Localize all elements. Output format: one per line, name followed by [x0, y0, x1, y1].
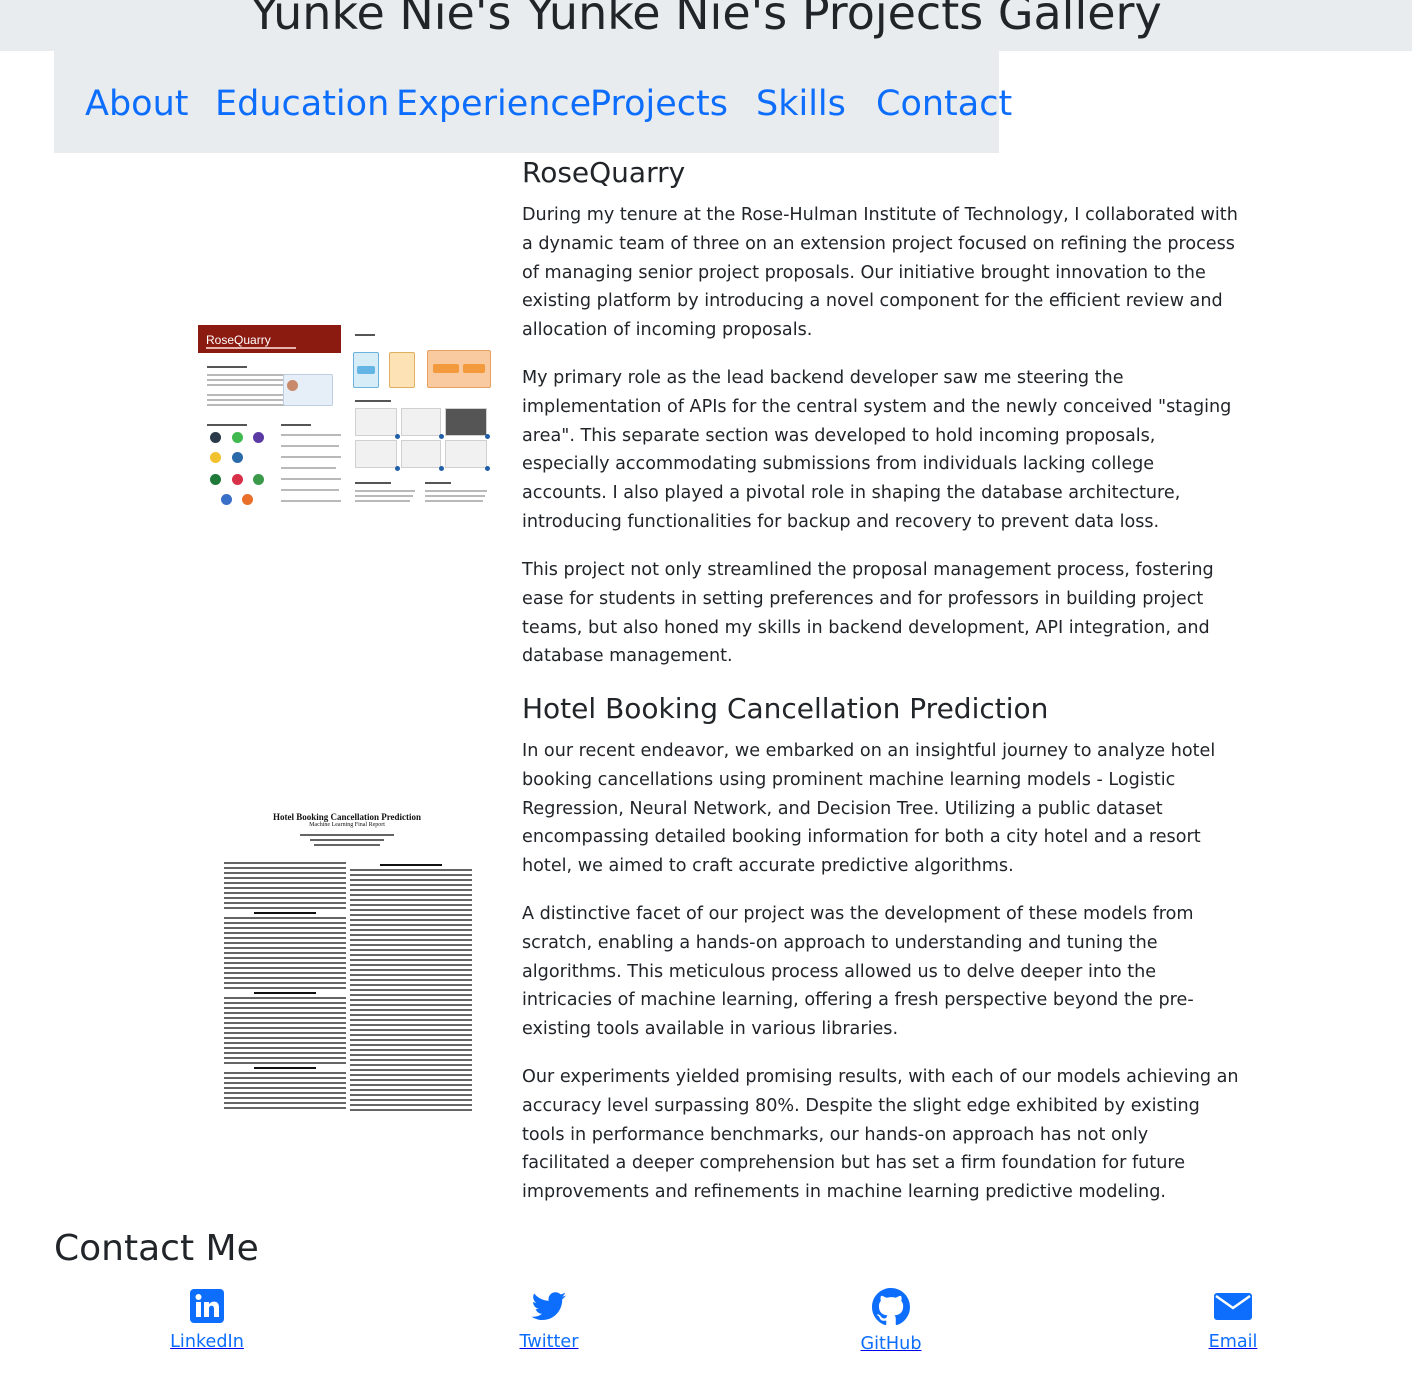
email-link[interactable]: Email: [1153, 1288, 1313, 1352]
github-link[interactable]: GitHub: [811, 1288, 971, 1354]
twitter-icon: [531, 1292, 566, 1320]
nav-link-experience[interactable]: Experience: [396, 81, 591, 127]
linkedin-link[interactable]: LinkedIn: [127, 1288, 287, 1352]
project-poster-image: RoseQuarry: [197, 322, 497, 520]
page-title: Yunke Nie's Yunke Nie's Projects Gallery: [250, 0, 1162, 40]
project-paper-image: Hotel Booking Cancellation Prediction Ma…: [220, 810, 474, 1114]
github-label: GitHub: [860, 1334, 922, 1354]
poster-title: RoseQuarry: [206, 333, 271, 347]
main-nav: About Education Experience Projects Skil…: [54, 51, 1012, 153]
project-paragraph: Our experiments yielded promising result…: [522, 1067, 1239, 1203]
envelope-icon: [1214, 1293, 1252, 1320]
project-paragraph: A distinctive facet of our project was t…: [522, 904, 1194, 1040]
project-paragraph: In our recent endeavor, we embarked on a…: [522, 741, 1216, 877]
github-icon: [872, 1288, 910, 1326]
project-paragraph: My primary role as the lead backend deve…: [522, 368, 1232, 532]
paper-title: Hotel Booking Cancellation Prediction: [272, 812, 422, 822]
poster-title-banner: RoseQuarry: [198, 325, 341, 353]
linkedin-label: LinkedIn: [170, 1332, 244, 1352]
twitter-link[interactable]: Twitter: [469, 1288, 629, 1352]
email-label: Email: [1208, 1332, 1258, 1352]
project-paragraph: During my tenure at the Rose-Hulman Inst…: [522, 205, 1238, 341]
nav-link-education[interactable]: Education: [215, 81, 389, 127]
project-paragraph: This project not only streamlined the pr…: [522, 560, 1214, 667]
project-title: RoseQuarry: [522, 156, 686, 189]
project-title: Hotel Booking Cancellation Prediction: [522, 692, 1049, 725]
nav-link-skills[interactable]: Skills: [756, 81, 846, 127]
twitter-label: Twitter: [519, 1332, 579, 1352]
nav-link-about[interactable]: About: [85, 81, 188, 127]
site-header: Yunke Nie's Yunke Nie's Projects Gallery: [0, 0, 1412, 51]
contact-heading: Contact Me: [54, 1228, 259, 1269]
linkedin-icon: [190, 1289, 224, 1323]
nav-link-contact[interactable]: Contact: [876, 81, 1012, 127]
paper-subtitle: Machine Learning Final Report: [309, 822, 385, 828]
nav-link-projects[interactable]: Projects: [590, 81, 728, 127]
